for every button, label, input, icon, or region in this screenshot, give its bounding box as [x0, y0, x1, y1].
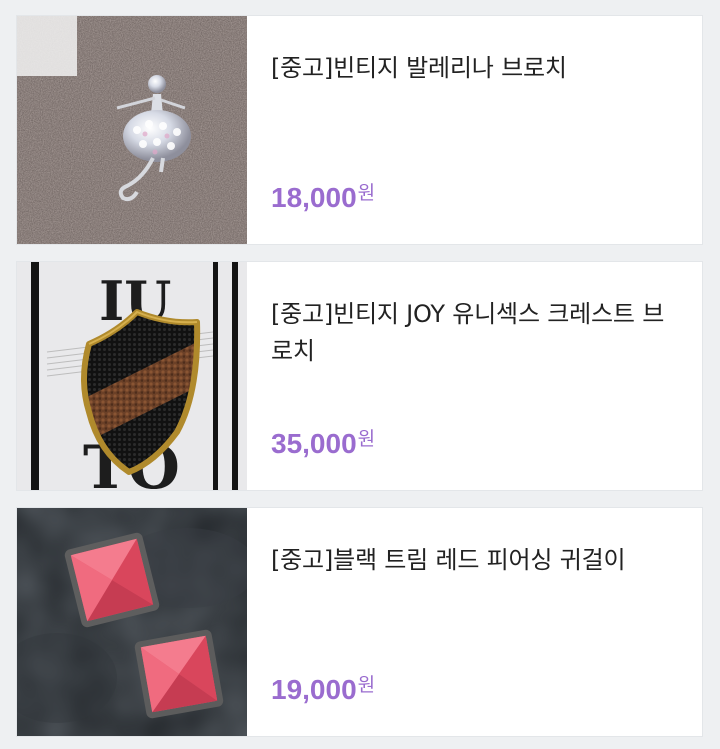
- price-amount: 19,000: [271, 674, 357, 705]
- product-info: [중고]블랙 트림 레드 피어싱 귀걸이 19,000원: [247, 508, 702, 736]
- product-card[interactable]: [중고]블랙 트림 레드 피어싱 귀걸이 19,000원: [17, 508, 702, 736]
- red-earrings-photo: [17, 508, 247, 736]
- product-card[interactable]: [중고]빈티지 발레리나 브로치 18,000원: [17, 16, 702, 244]
- product-title[interactable]: [중고]블랙 트림 레드 피어싱 귀걸이: [271, 542, 680, 579]
- product-price: 18,000원: [271, 182, 375, 214]
- crest-brooch-photo: IU TO: [17, 262, 247, 490]
- product-thumbnail[interactable]: [17, 508, 247, 736]
- product-thumbnail[interactable]: IU TO: [17, 262, 247, 490]
- product-card[interactable]: IU TO [중고]빈티지 JOY 유니섹스 크레스트 브로치 35,000원: [17, 262, 702, 490]
- ballerina-brooch-photo: [17, 16, 247, 244]
- price-amount: 35,000: [271, 428, 357, 459]
- price-currency: 원: [357, 182, 376, 204]
- product-thumbnail[interactable]: [17, 16, 247, 244]
- product-info: [중고]빈티지 발레리나 브로치 18,000원: [247, 16, 702, 244]
- product-price: 19,000원: [271, 674, 375, 706]
- price-currency: 원: [357, 428, 376, 450]
- product-title[interactable]: [중고]빈티지 JOY 유니섹스 크레스트 브로치: [271, 296, 680, 370]
- product-title[interactable]: [중고]빈티지 발레리나 브로치: [271, 50, 680, 87]
- price-amount: 18,000: [271, 182, 357, 213]
- product-price: 35,000원: [271, 428, 375, 460]
- price-currency: 원: [357, 674, 376, 696]
- product-info: [중고]빈티지 JOY 유니섹스 크레스트 브로치 35,000원: [247, 262, 702, 490]
